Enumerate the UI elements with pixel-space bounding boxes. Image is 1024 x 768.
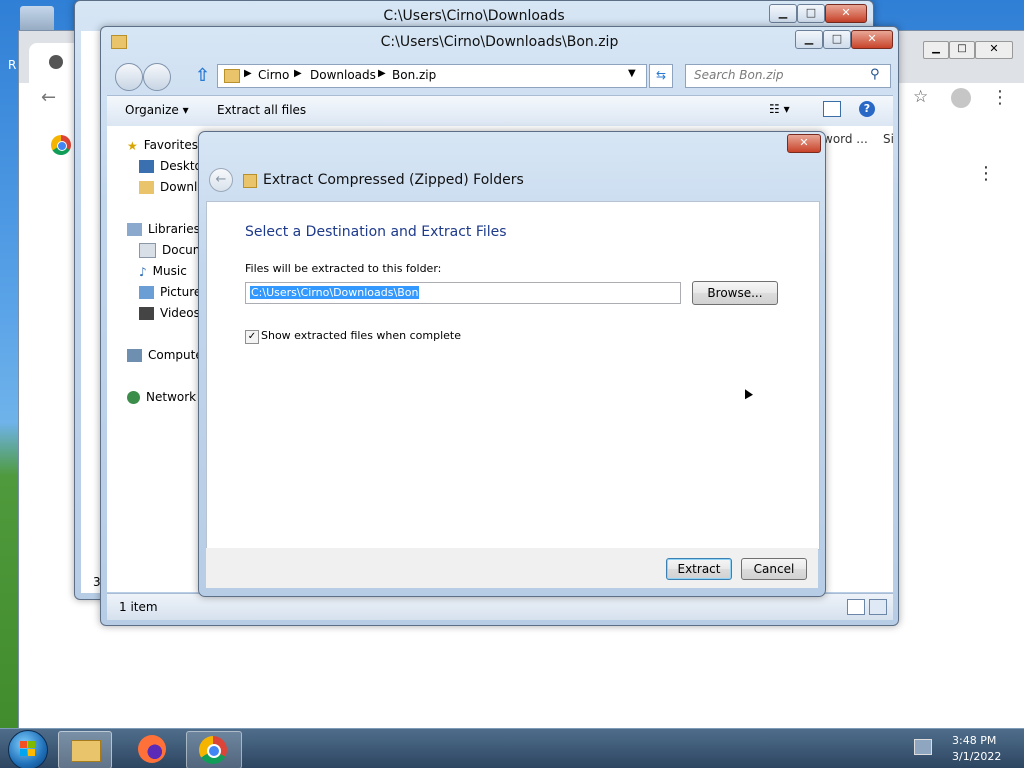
taskbar-chrome-button[interactable] bbox=[186, 731, 242, 768]
window-title: C:\Users\Cirno\Downloads bbox=[383, 8, 565, 24]
chrome-tab-favicon-icon bbox=[49, 55, 63, 69]
column-header-password[interactable]: word ... bbox=[823, 132, 868, 146]
organize-label: Organize bbox=[125, 103, 179, 117]
start-button[interactable] bbox=[8, 730, 48, 768]
status-bar bbox=[107, 593, 893, 620]
breadcrumb-part[interactable]: Cirno bbox=[258, 68, 289, 82]
nav-computer[interactable]: Computer bbox=[127, 348, 208, 362]
close-button[interactable]: ✕ bbox=[825, 4, 867, 23]
nav-videos[interactable]: Videos bbox=[139, 306, 200, 320]
breadcrumb-part[interactable]: Bon.zip bbox=[392, 68, 436, 82]
back-button[interactable] bbox=[115, 63, 143, 91]
clock-date[interactable]: 3/1/2022 bbox=[952, 750, 1001, 763]
taskbar-explorer-button[interactable] bbox=[58, 731, 112, 768]
firefox-icon bbox=[138, 735, 166, 763]
column-header-size[interactable]: Si bbox=[883, 132, 894, 146]
command-bar: Organize ▾ Extract all files ☷ ▾ ? bbox=[107, 95, 893, 127]
chrome-profile-icon[interactable] bbox=[951, 88, 971, 108]
window-title: C:\Users\Cirno\Downloads\Bon.zip bbox=[380, 34, 619, 50]
extract-all-button[interactable]: Extract all files bbox=[217, 103, 306, 117]
minimize-button[interactable]: ▁ bbox=[795, 30, 823, 49]
chevron-right-icon: ▶ bbox=[244, 68, 252, 79]
up-arrow-icon[interactable]: ⇧ bbox=[195, 65, 210, 86]
maximize-button[interactable]: □ bbox=[797, 4, 825, 23]
dialog-body bbox=[206, 201, 820, 550]
taskbar: 3:48 PM 3/1/2022 bbox=[0, 728, 1024, 768]
downloads-folder-icon bbox=[139, 181, 154, 194]
libraries-icon bbox=[127, 223, 142, 236]
nav-favorites[interactable]: ★ Favorites bbox=[127, 138, 198, 153]
chevron-right-icon: ▶ bbox=[378, 68, 386, 79]
show-files-checkbox-label[interactable]: Show extracted files when complete bbox=[261, 329, 461, 342]
network-tray-icon[interactable] bbox=[914, 739, 932, 755]
nav-label: Videos bbox=[160, 306, 200, 320]
extract-dialog: ✕ ← Extract Compressed (Zipped) Folders … bbox=[198, 131, 826, 597]
destination-label: Files will be extracted to this folder: bbox=[245, 262, 442, 275]
computer-icon bbox=[127, 349, 142, 362]
dialog-close-button[interactable]: ✕ bbox=[787, 134, 821, 153]
search-input[interactable]: Search Bon.zip ⚲ bbox=[685, 64, 891, 88]
chrome-minimize-button[interactable]: ▁ bbox=[923, 41, 949, 59]
zip-folder-icon bbox=[243, 174, 257, 188]
explorer-folder-icon bbox=[71, 740, 101, 762]
network-icon bbox=[127, 391, 140, 404]
address-dropdown-icon[interactable]: ▼ bbox=[628, 68, 636, 79]
nav-label: Music bbox=[152, 264, 187, 278]
chevron-right-icon: ▶ bbox=[294, 68, 302, 79]
chrome-close-button[interactable]: ✕ bbox=[975, 41, 1013, 59]
refresh-button[interactable]: ⇆ bbox=[649, 64, 673, 88]
breadcrumb-part[interactable]: Downloads bbox=[310, 68, 376, 82]
music-icon: ♪ bbox=[139, 265, 147, 279]
search-icon: ⚲ bbox=[870, 67, 880, 82]
forward-button[interactable] bbox=[143, 63, 171, 91]
taskbar-firefox-button[interactable] bbox=[126, 731, 178, 767]
chrome-page-menu-icon[interactable]: ⋮ bbox=[977, 163, 995, 184]
nav-network[interactable]: Network bbox=[127, 390, 196, 404]
star-icon: ★ bbox=[127, 139, 138, 153]
view-options-icon[interactable]: ☷ ▾ bbox=[769, 102, 790, 116]
destination-input[interactable]: C:\Users\Cirno\Downloads\Bon bbox=[245, 282, 681, 304]
large-icons-view-icon[interactable] bbox=[869, 599, 887, 615]
desktop-label: R bbox=[8, 58, 17, 72]
search-placeholder: Search Bon.zip bbox=[694, 68, 784, 82]
address-bar[interactable]: ▶ Cirno ▶ Downloads ▶ Bon.zip ▼ bbox=[217, 64, 647, 88]
status-item-count: 1 item bbox=[119, 600, 158, 614]
nav-label: Favorites bbox=[143, 138, 198, 152]
help-icon[interactable]: ? bbox=[859, 101, 875, 117]
nav-label: Libraries bbox=[148, 222, 200, 236]
organize-button[interactable]: Organize ▾ bbox=[125, 103, 189, 117]
nav-music[interactable]: ♪ Music bbox=[139, 264, 187, 279]
extract-button[interactable]: Extract bbox=[666, 558, 732, 580]
documents-icon bbox=[139, 243, 156, 258]
preview-pane-icon[interactable] bbox=[823, 101, 841, 117]
minimize-button[interactable]: ▁ bbox=[769, 4, 797, 23]
chrome-icon bbox=[199, 736, 227, 764]
chrome-menu-icon[interactable]: ⋮ bbox=[991, 87, 1009, 108]
chrome-back-icon[interactable]: ← bbox=[41, 87, 56, 108]
cancel-button[interactable]: Cancel bbox=[741, 558, 807, 580]
chrome-maximize-button[interactable]: □ bbox=[949, 41, 975, 59]
destination-input-value: C:\Users\Cirno\Downloads\Bon bbox=[250, 286, 420, 299]
pictures-icon bbox=[139, 286, 154, 299]
dialog-heading: Select a Destination and Extract Files bbox=[245, 224, 507, 240]
show-files-checkbox[interactable]: ✓ bbox=[245, 330, 259, 344]
desktop-icon bbox=[139, 160, 154, 173]
details-view-icon[interactable] bbox=[847, 599, 865, 615]
dialog-back-arrow-icon[interactable]: ← bbox=[209, 168, 233, 192]
clock-time[interactable]: 3:48 PM bbox=[952, 734, 996, 747]
close-button[interactable]: ✕ bbox=[851, 30, 893, 49]
browse-button[interactable]: Browse... bbox=[692, 281, 778, 305]
chrome-logo-icon bbox=[51, 135, 71, 155]
nav-label: Network bbox=[146, 390, 197, 404]
videos-icon bbox=[139, 307, 154, 320]
address-folder-icon bbox=[224, 69, 240, 83]
dialog-title: Extract Compressed (Zipped) Folders bbox=[263, 172, 524, 188]
nav-libraries[interactable]: Libraries bbox=[127, 222, 200, 236]
chrome-bookmark-star-icon[interactable]: ☆ bbox=[913, 87, 928, 107]
maximize-button[interactable]: □ bbox=[823, 30, 851, 49]
